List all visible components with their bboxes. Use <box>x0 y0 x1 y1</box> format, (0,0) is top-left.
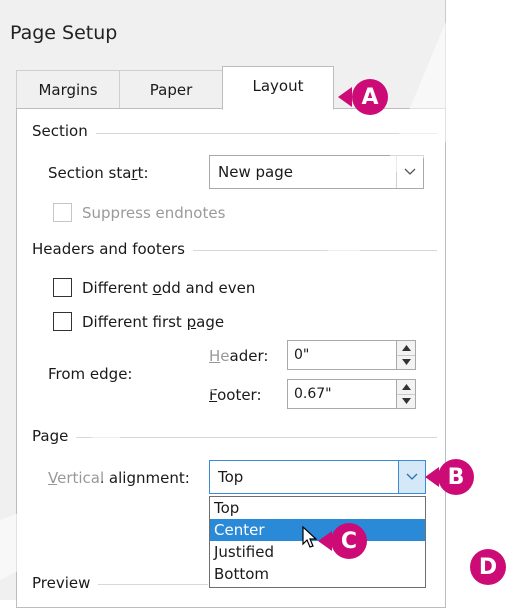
tab-margins[interactable]: Margins <box>16 70 120 108</box>
callout-pointer-a <box>338 87 352 107</box>
section-start-label: Section start: <box>48 164 149 182</box>
section-start-value: New page <box>218 163 293 181</box>
page-heading: Page <box>32 427 77 445</box>
footer-label: Footer: <box>209 386 262 404</box>
different-odd-even-checkbox[interactable] <box>53 278 72 297</box>
callout-pointer-c <box>318 531 332 551</box>
preview-heading: Preview <box>32 574 99 592</box>
section-heading: Section <box>32 122 96 140</box>
callout-d-badge: D <box>470 549 506 585</box>
dialog-title: Page Setup <box>10 22 118 44</box>
header-value: 0" <box>294 347 310 363</box>
vertical-alignment-label: Vertical alignment: <box>48 469 190 487</box>
section-start-select[interactable]: New page <box>209 155 424 189</box>
spin-up-icon[interactable] <box>397 341 415 356</box>
headers-footers-heading: Headers and footers <box>32 240 193 258</box>
vertical-alignment-value: Top <box>218 468 244 486</box>
page-divider <box>32 437 437 438</box>
chevron-down-icon[interactable] <box>398 461 425 493</box>
mouse-cursor-icon <box>302 526 318 548</box>
different-first-page-checkbox[interactable] <box>53 312 72 331</box>
option-top[interactable]: Top <box>210 497 425 519</box>
option-bottom[interactable]: Bottom <box>210 563 425 585</box>
suppress-endnotes-checkbox[interactable] <box>53 203 72 222</box>
suppress-endnotes-label: Suppress endnotes <box>82 204 226 222</box>
callout-c-badge: C <box>331 523 367 559</box>
spin-down-icon[interactable] <box>397 394 415 408</box>
footer-value: 0.67" <box>294 386 332 402</box>
callout-pointer-b <box>425 467 439 487</box>
header-spinner[interactable]: 0" <box>287 340 416 370</box>
callout-a-badge: A <box>352 79 388 115</box>
vertical-alignment-select[interactable]: Top <box>209 460 426 494</box>
different-odd-even-label: Different odd and even <box>82 279 256 297</box>
chevron-down-icon[interactable] <box>396 156 423 188</box>
from-edge-label: From edge: <box>48 365 133 383</box>
tab-layout[interactable]: Layout <box>222 66 334 110</box>
callout-b-badge: B <box>438 459 474 495</box>
different-first-page-label: Different first page <box>82 313 225 331</box>
spin-down-icon[interactable] <box>397 355 415 369</box>
spin-up-icon[interactable] <box>397 380 415 395</box>
footer-spinner[interactable]: 0.67" <box>287 379 416 409</box>
header-label: Header: <box>209 347 269 365</box>
tab-paper[interactable]: Paper <box>119 70 223 108</box>
